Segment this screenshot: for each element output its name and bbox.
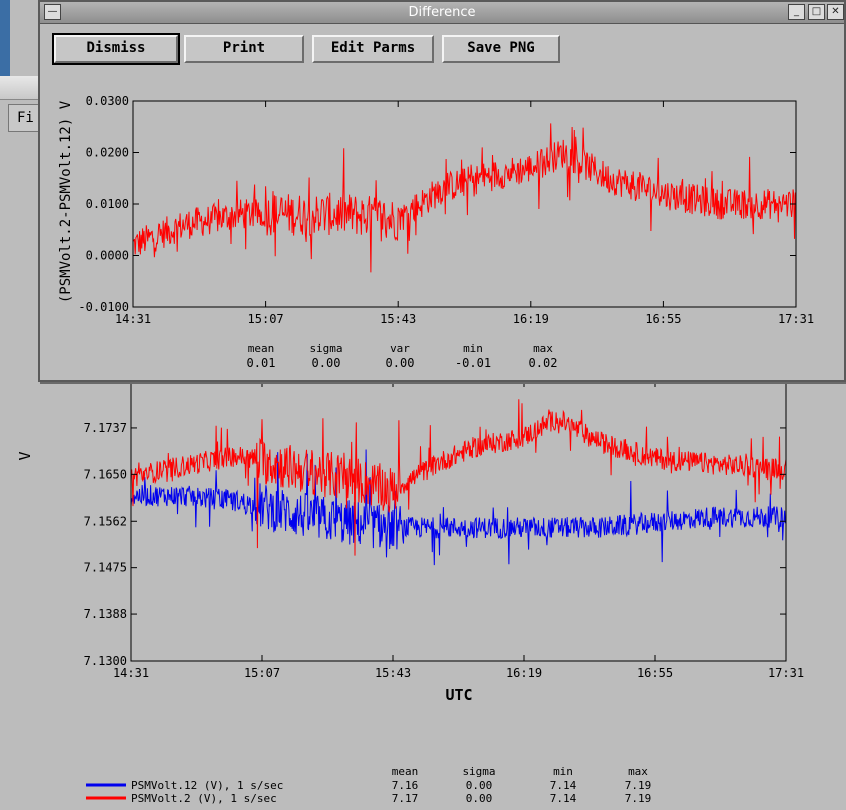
y-tick-label: 7.1650 [84, 467, 127, 481]
stats-value: 0.01 [247, 356, 276, 370]
y-axis-label: V [16, 451, 34, 460]
difference-plot: 14:31 15:07 15:43 16:19 16:55 17:31 -0.0100 0.0… [58, 94, 814, 370]
stats-header-sigma: sigma [309, 342, 342, 355]
y-tick-label: 0.0100 [86, 197, 129, 211]
x-tick-label: 16:19 [506, 666, 542, 680]
y-tick-label: 7.1300 [84, 654, 127, 668]
stats-header-mean: mean [248, 342, 275, 355]
stats-header-min: min [463, 342, 483, 355]
x-tick-label: 14:31 [113, 666, 149, 680]
x-tick-label: 15:07 [248, 312, 284, 326]
y-axis-label: (PSMVolt.2-PSMVolt.12) V [58, 100, 74, 303]
y-tick-label: 7.1737 [84, 421, 127, 435]
difference-window: — Difference _ □ ✕ Dismiss Print Edit Pa… [38, 0, 846, 382]
legend-stat-value: 0.00 [466, 792, 493, 805]
y-tick-label: 0.0300 [86, 94, 129, 108]
y-tick-label: 7.1475 [84, 561, 127, 575]
x-tick-label: 15:43 [375, 666, 411, 680]
stats-header-max: max [533, 342, 553, 355]
stats-value: -0.01 [455, 356, 491, 370]
legend-stats-header-mean: mean [392, 765, 419, 778]
y-tick-label: 0.0000 [86, 249, 129, 263]
legend-stat-value: 7.14 [550, 792, 577, 805]
stats-header-var: var [390, 342, 410, 355]
legend-stats-header-min: min [553, 765, 573, 778]
x-tick-label: 16:19 [513, 312, 549, 326]
legend-stat-value: 7.19 [625, 779, 652, 792]
legend-stats-header-sigma: sigma [462, 765, 495, 778]
x-tick-label: 14:31 [115, 312, 151, 326]
legend-stat-value: 7.16 [392, 779, 419, 792]
y-tick-label: 7.1562 [84, 514, 127, 528]
legend-stat-value: 7.17 [392, 792, 419, 805]
series-line-0 [130, 449, 787, 566]
y-tick-label: 0.0200 [86, 146, 129, 160]
y-tick-label: -0.0100 [78, 300, 129, 314]
plot-frame [130, 380, 787, 662]
legend-stats-header-max: max [628, 765, 648, 778]
legend-stat-value: 7.19 [625, 792, 652, 805]
series-line-0 [132, 123, 797, 273]
x-tick-label: 16:55 [637, 666, 673, 680]
legend-label: PSMVolt.12 (V), 1 s/sec [131, 779, 283, 792]
x-tick-label: 15:43 [380, 312, 416, 326]
stats-value: 0.00 [386, 356, 415, 370]
legend-stat-value: 7.14 [550, 779, 577, 792]
legend-stat-value: 0.00 [466, 779, 493, 792]
y-tick-label: 7.1388 [84, 607, 127, 621]
x-tick-label: 15:07 [244, 666, 280, 680]
x-axis-label: UTC [445, 686, 472, 704]
stats-value: 0.02 [529, 356, 558, 370]
x-tick-label: 17:31 [768, 666, 804, 680]
x-tick-label: 16:55 [645, 312, 681, 326]
stats-value: 0.00 [312, 356, 341, 370]
x-tick-label: 17:31 [778, 312, 814, 326]
legend-label: PSMVolt.2 (V), 1 s/sec [131, 792, 277, 805]
